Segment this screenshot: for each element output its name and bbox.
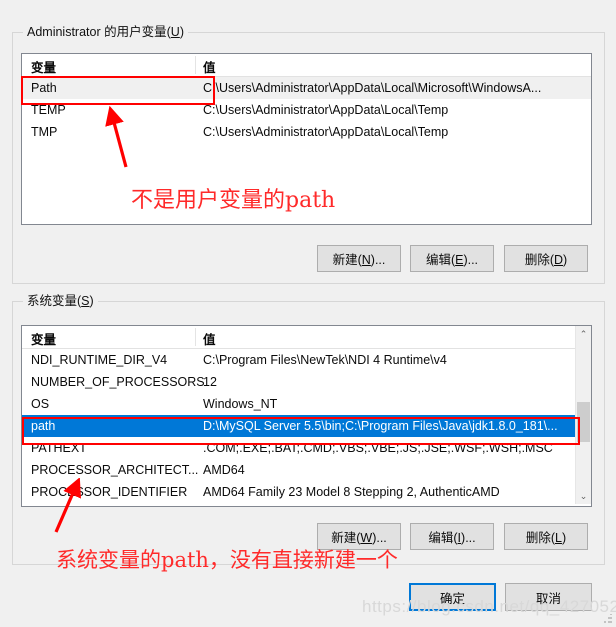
system-new-label-post: )... (372, 531, 387, 545)
user-legend-suffix: ) (179, 25, 184, 39)
cancel-button[interactable]: 取消 (505, 583, 592, 611)
resize-grip-icon[interactable] (603, 614, 613, 624)
user-new-label-post: )... (370, 253, 386, 267)
user-row-0-name: Path (31, 81, 57, 95)
system-row-2-name: OS (31, 397, 50, 411)
scroll-down-arrow-icon[interactable]: ⌄ (576, 488, 591, 504)
system-new-button[interactable]: 新建(W)... (317, 523, 401, 550)
ok-button[interactable]: 确定 (409, 583, 496, 611)
system-variable-row-arch[interactable]: PROCESSOR_ARCHITECT... AMD64 (22, 459, 591, 481)
user-delete-button[interactable]: 删除(D) (504, 245, 588, 272)
user-delete-label-post: ) (563, 253, 568, 267)
system-new-accel: W (360, 531, 373, 545)
environment-variables-dialog: Administrator 的用户变量(U) 变量 值 Path C:\User… (0, 0, 616, 627)
system-delete-accel: L (555, 531, 562, 545)
user-row-1-name: TEMP (31, 103, 66, 117)
system-column-variable: 变量 (31, 333, 57, 347)
system-edit-label-post: )... (461, 531, 476, 545)
user-edit-button[interactable]: 编辑(E)... (410, 245, 494, 272)
system-row-0-value: C:\Program Files\NewTek\NDI 4 Runtime\v4 (203, 353, 447, 367)
user-column-value: 值 (203, 61, 216, 75)
system-delete-label-post: ) (561, 531, 567, 545)
user-row-2-name: TMP (31, 125, 58, 139)
system-variable-row-ndi[interactable]: NDI_RUNTIME_DIR_V4 C:\Program Files\NewT… (22, 349, 591, 371)
user-legend-main: 的用户变量( (104, 25, 171, 39)
user-new-label-pre: 新建( (332, 253, 362, 267)
system-row-0-name: NDI_RUNTIME_DIR_V4 (31, 353, 168, 367)
system-legend-suffix: ) (89, 294, 94, 308)
user-row-1-value: C:\Users\Administrator\AppData\Local\Tem… (203, 103, 449, 117)
scrollbar-thumb[interactable] (577, 402, 590, 442)
user-legend-accel: U (170, 25, 180, 39)
system-header-separator (195, 328, 196, 346)
user-list-header: 变量 值 (22, 54, 591, 77)
user-variables-legend: Administrator 的用户变量(U) (23, 24, 188, 40)
system-variable-row-processors[interactable]: NUMBER_OF_PROCESSORS 12 (22, 371, 591, 393)
user-legend-prefix: Administrator (27, 25, 105, 39)
system-row-1-name: NUMBER_OF_PROCESSORS (31, 375, 205, 389)
system-column-value: 值 (203, 333, 216, 347)
user-delete-accel: D (553, 253, 564, 267)
system-legend-main: 系统变量( (27, 294, 82, 308)
system-row-5-name: PROCESSOR_ARCHITECT... (31, 463, 199, 477)
user-variable-row-tmp[interactable]: TMP C:\Users\Administrator\AppData\Local… (22, 121, 591, 143)
user-variable-row-temp[interactable]: TEMP C:\Users\Administrator\AppData\Loca… (22, 99, 591, 121)
system-variable-row-identifier[interactable]: PROCESSOR_IDENTIFIER AMD64 Family 23 Mod… (22, 481, 591, 503)
system-row-4-name: PATHEXT (31, 441, 87, 455)
system-row-2-value: Windows_NT (203, 397, 278, 411)
system-row-6-value: AMD64 Family 23 Model 8 Stepping 2, Auth… (203, 485, 500, 499)
system-row-3-value: D:\MySQL Server 5.5\bin;C:\Program Files… (203, 419, 558, 433)
system-list-scrollbar[interactable]: ⌃ ⌄ (575, 326, 591, 504)
system-new-label-pre: 新建( (331, 531, 361, 545)
system-edit-button[interactable]: 编辑(I)... (410, 523, 494, 550)
user-header-separator (195, 56, 196, 74)
user-variable-row-path[interactable]: Path C:\Users\Administrator\AppData\Loca… (22, 77, 591, 99)
system-legend-accel: S (81, 294, 90, 308)
system-row-6-name: PROCESSOR_IDENTIFIER (31, 485, 188, 499)
system-row-1-value: 12 (203, 375, 217, 389)
scroll-up-arrow-icon[interactable]: ⌃ (576, 326, 591, 342)
system-edit-label-pre: 编辑( (428, 531, 458, 545)
system-variables-legend: 系统变量(S) (23, 293, 98, 309)
user-new-button[interactable]: 新建(N)... (317, 245, 401, 272)
user-edit-label-pre: 编辑( (425, 253, 456, 267)
user-column-variable: 变量 (31, 61, 57, 75)
system-row-3-name: path (31, 419, 56, 433)
system-list-header: 变量 值 (22, 326, 591, 349)
system-variable-row-path[interactable]: path D:\MySQL Server 5.5\bin;C:\Program … (22, 415, 591, 437)
system-variables-list[interactable]: 变量 值 NDI_RUNTIME_DIR_V4 C:\Program Files… (21, 325, 592, 507)
user-variables-list[interactable]: 变量 值 Path C:\Users\Administrator\AppData… (21, 53, 592, 225)
user-delete-label-pre: 删除( (524, 253, 554, 267)
system-delete-button[interactable]: 删除(L) (504, 523, 588, 550)
user-new-accel: N (361, 253, 371, 267)
system-variable-row-pathext[interactable]: PATHEXT .COM;.EXE;.BAT;.CMD;.VBS;.VBE;.J… (22, 437, 591, 459)
user-row-0-value: C:\Users\Administrator\AppData\Local\Mic… (203, 81, 542, 95)
user-row-2-value: C:\Users\Administrator\AppData\Local\Tem… (203, 125, 449, 139)
system-row-5-value: AMD64 (203, 463, 245, 477)
system-row-4-value: .COM;.EXE;.BAT;.CMD;.VBS;.VBE;.JS;.JSE;.… (203, 441, 553, 455)
user-edit-label-post: )... (463, 253, 479, 267)
system-delete-label-pre: 删除( (525, 531, 556, 545)
system-variable-row-os[interactable]: OS Windows_NT (22, 393, 591, 415)
